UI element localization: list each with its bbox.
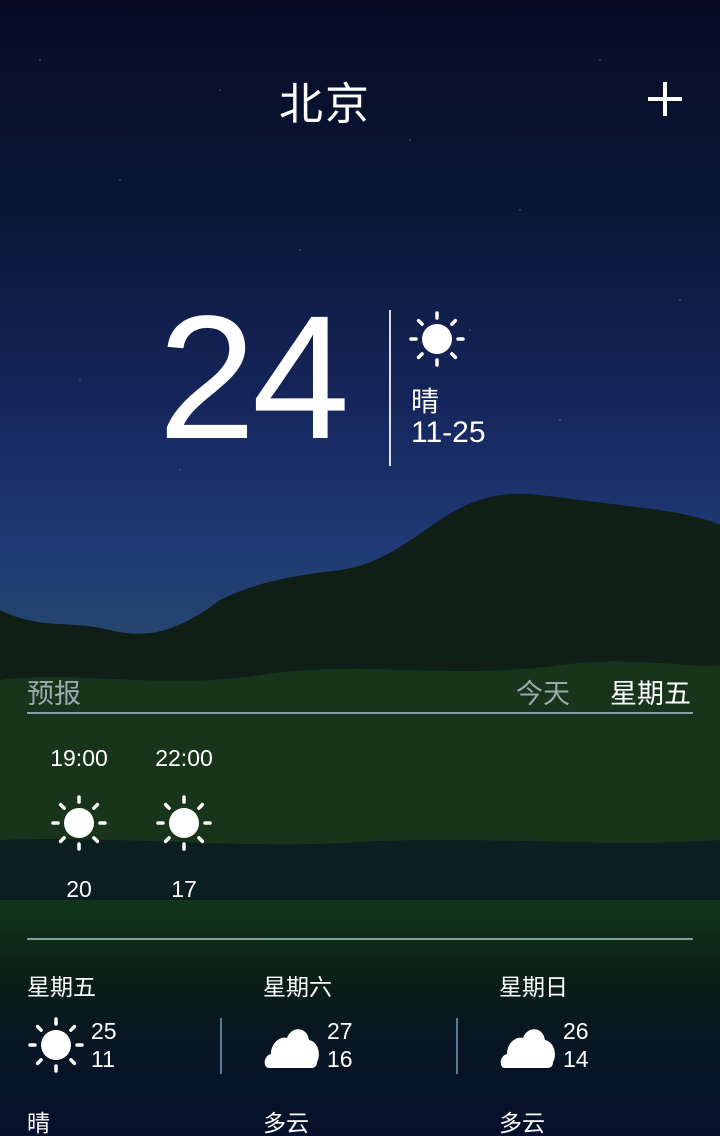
daily-item: 星期日 26 14 多云 (499, 968, 720, 1136)
cloud-icon (499, 1016, 557, 1074)
city-title[interactable]: 北京 (0, 68, 650, 132)
sun-icon (155, 794, 213, 852)
daily-day: 星期五 (27, 975, 96, 1001)
hourly-time: 22:00 (155, 745, 213, 771)
daily-high: 27 (327, 1018, 353, 1044)
hourly-item: 22:00 17 (131, 745, 237, 903)
current-temperature: 24 (158, 280, 350, 476)
daily-divider (27, 938, 693, 940)
forecast-divider (27, 712, 693, 714)
daily-day: 星期六 (263, 975, 332, 1001)
cloud-icon (263, 1016, 321, 1074)
daily-item: 星期六 27 16 多云 (263, 968, 493, 1136)
weather-screen: 北京 24 晴 11-25 预报 今天 星期五 19:00 20 22:00 1… (0, 0, 720, 1136)
daily-condition: 晴 (27, 1111, 50, 1136)
daily-condition: 多云 (499, 1111, 545, 1136)
hourly-time: 19:00 (50, 745, 108, 771)
add-city-button[interactable] (640, 74, 690, 124)
daily-item: 星期五 25 11 晴 (27, 968, 257, 1136)
sun-icon (27, 1016, 85, 1074)
column-divider (220, 1018, 222, 1074)
temperature-divider (389, 310, 391, 466)
current-temperature-range: 11-25 (411, 416, 486, 449)
tab-today[interactable]: 今天 (516, 672, 570, 711)
current-condition: 晴 (411, 385, 440, 418)
daily-condition: 多云 (263, 1111, 309, 1136)
column-divider (456, 1018, 458, 1074)
daily-day: 星期日 (499, 975, 568, 1001)
daily-low: 16 (327, 1046, 353, 1072)
daily-high: 26 (563, 1018, 589, 1044)
tab-friday[interactable]: 星期五 (610, 672, 691, 711)
daily-high: 25 (91, 1018, 117, 1044)
hourly-temperature: 20 (66, 876, 92, 902)
hourly-temperature: 17 (171, 876, 197, 902)
daily-low: 14 (563, 1046, 589, 1072)
hourly-item: 19:00 20 (26, 745, 132, 903)
sun-icon (50, 794, 108, 852)
forecast-label: 预报 (27, 679, 81, 710)
sun-icon (408, 310, 466, 368)
daily-low: 11 (91, 1046, 115, 1072)
